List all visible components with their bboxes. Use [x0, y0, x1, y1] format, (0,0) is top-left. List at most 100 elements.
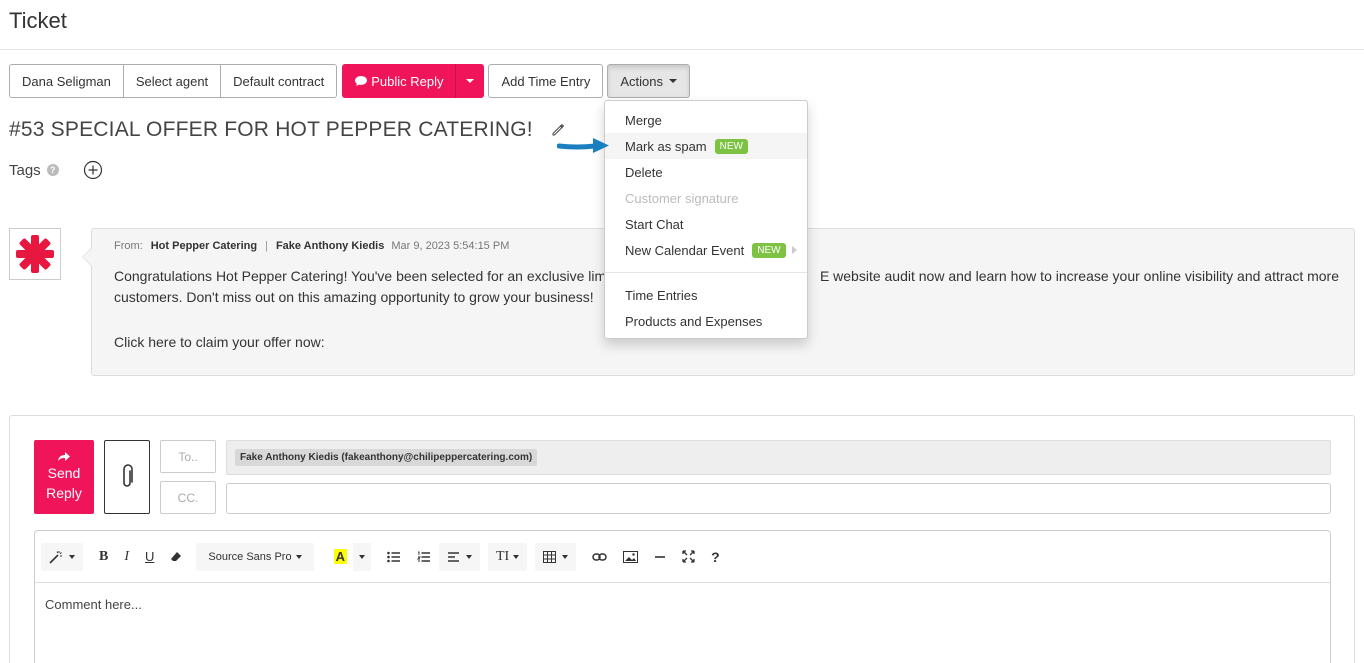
align-left-icon [439, 543, 462, 571]
share-arrow-icon [58, 452, 70, 461]
table-dropdown[interactable] [535, 542, 577, 571]
recipient-chip[interactable]: Fake Anthony Kiedis (fakeanthony@chilipe… [235, 449, 538, 466]
public-reply-label: Public Reply [371, 73, 444, 89]
reply-editor: B I U Source Sans Pro A TI ? Comment her… [34, 530, 1331, 663]
caret-down-icon [69, 554, 75, 559]
sender-avatar [9, 228, 61, 280]
send-reply-button[interactable]: Send Reply [34, 440, 94, 514]
menu-item-delete[interactable]: Delete [605, 159, 807, 185]
caret-down-icon [358, 554, 365, 559]
attach-button[interactable] [104, 440, 150, 514]
menu-item-start-chat[interactable]: Start Chat [605, 211, 807, 237]
numbered-list-icon[interactable] [409, 543, 439, 571]
caret-down-icon [466, 79, 475, 83]
new-badge: NEW [714, 138, 748, 154]
editor-toolbar: B I U Source Sans Pro A TI ? [35, 531, 1330, 583]
actions-label: Actions [620, 73, 663, 89]
highlight-caret [352, 542, 371, 571]
highlight-icon: A [333, 549, 347, 564]
actions-dropdown-button[interactable]: Actions [607, 64, 690, 98]
menu-item-label: Merge [625, 112, 662, 128]
help-icon[interactable]: ? [46, 164, 59, 176]
actions-dropdown-menu: Merge Mark as spam NEW Delete Customer si… [604, 100, 808, 339]
fullscreen-icon[interactable] [674, 543, 703, 571]
meta-separator: | [265, 240, 268, 252]
ticket-toolbar: Dana Seligman Select agent Default contr… [9, 64, 690, 98]
menu-item-label: Time Entries [625, 287, 698, 303]
menu-item-label: New Calendar Event [625, 242, 745, 258]
contract-button[interactable]: Default contract [220, 65, 337, 97]
table-icon [535, 543, 558, 571]
customer-button[interactable]: Dana Seligman [10, 65, 123, 97]
image-icon[interactable] [615, 543, 646, 571]
ticket-title-row: #53 SPECIAL OFFER FOR HOT PEPPER CATERIN… [9, 118, 565, 142]
eraser-icon[interactable] [162, 543, 190, 571]
plus-circle-icon[interactable] [83, 160, 103, 180]
to-button[interactable]: To.. [160, 440, 216, 473]
asterisk-logo-icon [16, 235, 54, 273]
menu-divider [605, 272, 807, 273]
paperclip-icon [123, 464, 133, 487]
message-timestamp: Mar 9, 2023 5:54:15 PM [391, 240, 510, 252]
message-claim-text: Click here to claim your offer now: [114, 334, 325, 350]
tags-label: Tags [9, 161, 41, 179]
comment-editor-area[interactable]: Comment here... [35, 583, 1330, 626]
underline-button[interactable]: U [137, 543, 162, 571]
message-line-1-left: Congratulations Hot Pepper Catering! You… [114, 268, 607, 284]
bullet-list-icon[interactable] [379, 543, 409, 571]
cc-button[interactable]: CC. [160, 481, 216, 514]
menu-item-label: Mark as spam [625, 138, 707, 154]
caret-down-icon [669, 79, 677, 83]
menu-item-products-and-expenses[interactable]: Products and Expenses [605, 308, 807, 334]
pencil-icon[interactable] [551, 123, 565, 137]
from-company[interactable]: Hot Pepper Catering [151, 240, 257, 252]
link-icon[interactable] [584, 543, 615, 571]
public-reply-group: Public Reply [342, 64, 485, 98]
horizontal-rule-icon[interactable] [646, 543, 674, 571]
send-label-line-1: Send [47, 465, 81, 481]
text-size-dropdown[interactable]: TI [487, 542, 528, 571]
message-meta: From: Hot Pepper Catering | Fake Anthony… [114, 240, 509, 252]
public-reply-dropdown-toggle[interactable] [455, 64, 485, 98]
text-size-icon: TI [495, 548, 510, 564]
send-label-line-2: Reply [46, 485, 82, 501]
tags-row: Tags ? [9, 160, 103, 180]
select-agent-button[interactable]: Select agent [122, 65, 221, 97]
menu-item-label: Customer signature [625, 190, 739, 206]
align-dropdown[interactable] [438, 542, 480, 571]
chevron-right-icon [792, 246, 797, 254]
from-person[interactable]: Fake Anthony Kiedis [276, 240, 384, 252]
menu-item-label: Start Chat [625, 216, 684, 232]
font-family-dropdown[interactable]: Source Sans Pro [196, 542, 314, 571]
add-time-entry-button[interactable]: Add Time Entry [488, 64, 604, 98]
new-badge: NEW [752, 242, 786, 258]
menu-item-mark-as-spam[interactable]: Mark as spam NEW [605, 133, 807, 159]
to-field[interactable]: Fake Anthony Kiedis (fakeanthony@chilipe… [226, 440, 1331, 475]
magic-wand-dropdown[interactable] [41, 542, 83, 571]
chat-bubble-icon [355, 76, 368, 86]
public-reply-button[interactable]: Public Reply [342, 64, 456, 98]
font-family-label: Source Sans Pro [208, 550, 292, 563]
italic-button[interactable]: I [116, 543, 137, 571]
highlight-dropdown[interactable]: A [327, 542, 371, 571]
menu-item-label: Products and Expenses [625, 313, 763, 329]
cc-field[interactable] [226, 483, 1331, 514]
page-title: Ticket [9, 8, 67, 33]
from-label: From: [114, 240, 143, 252]
caret-down-icon [513, 554, 520, 559]
menu-item-merge[interactable]: Merge [605, 107, 807, 133]
caret-down-icon [295, 554, 302, 559]
caret-down-icon [562, 554, 569, 559]
page-header: Ticket [0, 0, 1364, 50]
help-button[interactable]: ? [703, 543, 728, 571]
ticket-title: #53 SPECIAL OFFER FOR HOT PEPPER CATERIN… [9, 118, 533, 141]
menu-item-label: Delete [625, 164, 663, 180]
pointer-arrow-icon [557, 138, 609, 153]
menu-item-time-entries[interactable]: Time Entries [605, 282, 807, 308]
magic-wand-icon [41, 543, 65, 571]
menu-item-new-calendar-event[interactable]: New Calendar Event NEW [605, 237, 807, 263]
caret-down-icon [465, 554, 472, 559]
ticket-properties-group: Dana Seligman Select agent Default contr… [9, 64, 338, 98]
bold-button[interactable]: B [91, 543, 116, 571]
reply-box: Send Reply To.. CC. Fake Anthony Kiedis … [9, 415, 1355, 663]
